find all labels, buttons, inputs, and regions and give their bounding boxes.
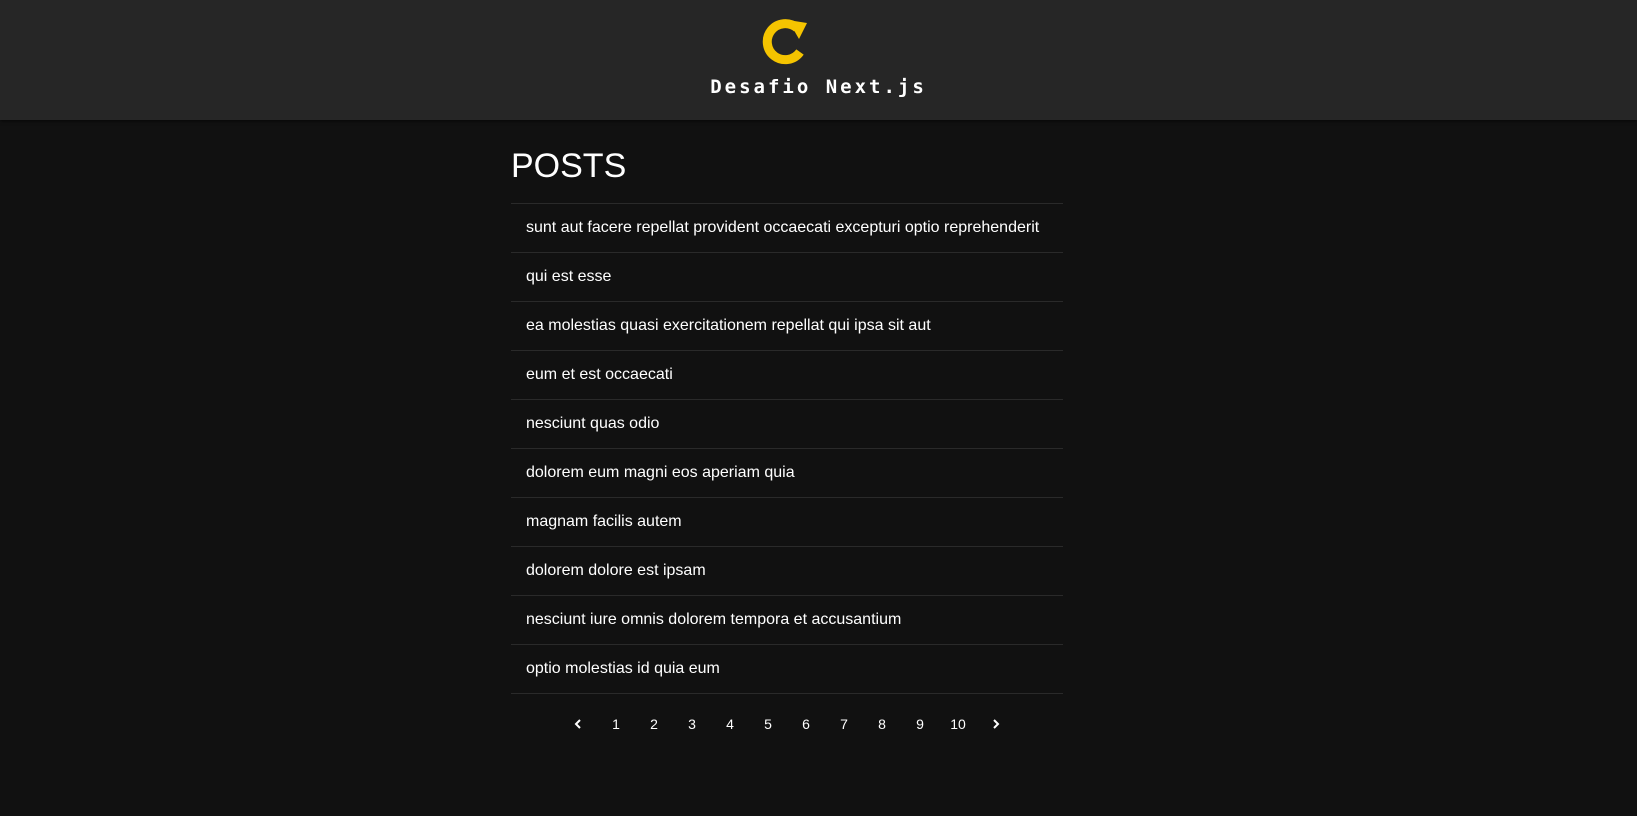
site-title: Desafio Next.js — [710, 76, 927, 98]
page-button-6[interactable]: 6 — [787, 710, 825, 738]
posts-section: POSTS sunt aut facere repellat provident… — [511, 120, 1063, 738]
page-button-10[interactable]: 10 — [939, 710, 977, 738]
post-list: sunt aut facere repellat provident occae… — [511, 204, 1063, 694]
next-page-button[interactable] — [977, 710, 1015, 738]
page-button-8[interactable]: 8 — [863, 710, 901, 738]
post-item[interactable]: magnam facilis autem — [511, 498, 1063, 547]
page-button-9[interactable]: 9 — [901, 710, 939, 738]
post-item[interactable]: dolorem dolore est ipsam — [511, 547, 1063, 596]
page-title: POSTS — [511, 120, 1063, 204]
post-item[interactable]: optio molestias id quia eum — [511, 645, 1063, 694]
page-button-4[interactable]: 4 — [711, 710, 749, 738]
page-button-1[interactable]: 1 — [597, 710, 635, 738]
chevron-right-icon — [993, 719, 1000, 729]
page-button-3[interactable]: 3 — [673, 710, 711, 738]
post-item[interactable]: qui est esse — [511, 253, 1063, 302]
post-item[interactable]: eum et est occaecati — [511, 351, 1063, 400]
post-item[interactable]: sunt aut facere repellat provident occae… — [511, 204, 1063, 253]
chevron-left-icon — [574, 719, 581, 729]
pagination: 1 2 3 4 5 6 7 8 9 10 — [511, 710, 1063, 738]
refresh-c-logo-icon[interactable] — [757, 14, 811, 68]
page-button-5[interactable]: 5 — [749, 710, 787, 738]
page-button-7[interactable]: 7 — [825, 710, 863, 738]
post-item[interactable]: nesciunt quas odio — [511, 400, 1063, 449]
post-item[interactable]: nesciunt iure omnis dolorem tempora et a… — [511, 596, 1063, 645]
post-item[interactable]: ea molestias quasi exercitationem repell… — [511, 302, 1063, 351]
post-item[interactable]: dolorem eum magni eos aperiam quia — [511, 449, 1063, 498]
site-header: Desafio Next.js — [0, 0, 1637, 120]
page-button-2[interactable]: 2 — [635, 710, 673, 738]
previous-page-button[interactable] — [559, 710, 597, 738]
